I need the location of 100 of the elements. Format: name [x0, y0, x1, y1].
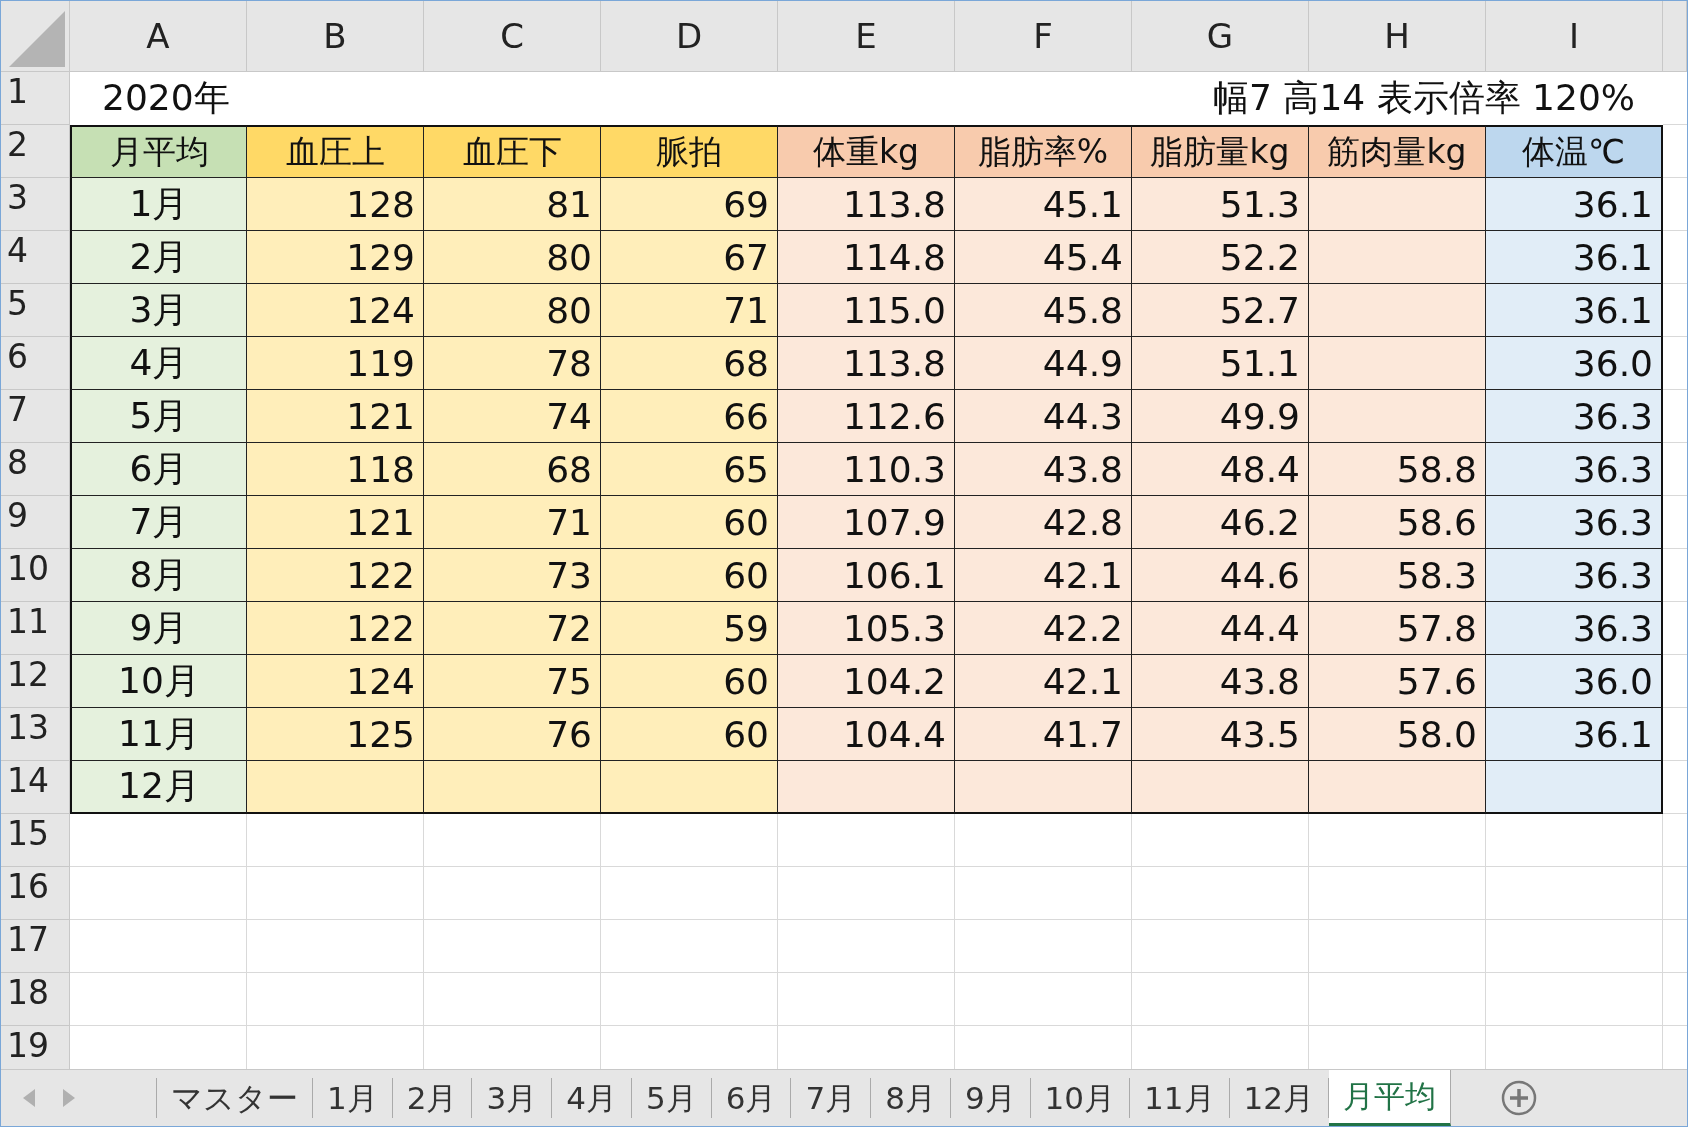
table-cell: 10月: [70, 655, 247, 708]
row-header[interactable]: 5: [1, 284, 70, 337]
column-header[interactable]: I: [1486, 1, 1663, 72]
table-cell: 104.4: [778, 708, 955, 761]
column-header[interactable]: F: [955, 1, 1132, 72]
table-cell: 9月: [70, 602, 247, 655]
table-cell: 36.3: [1486, 390, 1663, 443]
column-header[interactable]: D: [601, 1, 778, 72]
scroll-right-icon[interactable]: [63, 1089, 75, 1107]
table-cell: 7月: [70, 496, 247, 549]
sheet-tab[interactable]: 月平均: [1328, 1070, 1451, 1126]
table-cell: 43.8: [955, 443, 1132, 496]
table-cell: 44.6: [1132, 549, 1309, 602]
table-cell: 58.6: [1309, 496, 1486, 549]
sheet-tab[interactable]: 3月: [472, 1078, 553, 1118]
plus-circle-icon: [1500, 1080, 1537, 1116]
table-cell: 59: [601, 602, 778, 655]
table-cell: 71: [424, 496, 601, 549]
table-header-cell: 筋肉量kg: [1309, 125, 1486, 178]
table-cell: 57.6: [1309, 655, 1486, 708]
row-header[interactable]: 7: [1, 390, 70, 443]
table-cell: 128: [247, 178, 424, 231]
table-cell: 3月: [70, 284, 247, 337]
table-cell: 51.3: [1132, 178, 1309, 231]
row-header[interactable]: 14: [1, 761, 70, 814]
table-header-cell: 体温℃: [1486, 125, 1663, 178]
row-header[interactable]: 15: [1, 814, 70, 867]
row-header[interactable]: 3: [1, 178, 70, 231]
table-cell-text: 2020年: [102, 76, 230, 120]
table-cell: 12月: [70, 761, 247, 814]
row-header[interactable]: 17: [1, 920, 70, 973]
row-header[interactable]: 11: [1, 602, 70, 655]
table-header-cell: 血圧下: [424, 125, 601, 178]
table-cell: 107.9: [778, 496, 955, 549]
table-cell: 11月: [70, 708, 247, 761]
table-cell: 129: [247, 231, 424, 284]
table-cell: 113.8: [778, 178, 955, 231]
column-header[interactable]: E: [778, 1, 955, 72]
column-header[interactable]: A: [70, 1, 247, 72]
table-cell: 36.3: [1486, 496, 1663, 549]
table-cell: 60: [601, 549, 778, 602]
table-cell: 36.3: [1486, 443, 1663, 496]
table-cell: 41.7: [955, 708, 1132, 761]
row-header[interactable]: 6: [1, 337, 70, 390]
row-header[interactable]: 2: [1, 125, 70, 178]
sheet-tab[interactable]: 2月: [392, 1078, 473, 1118]
table-cell: 114.8: [778, 231, 955, 284]
table-cell: 122: [247, 602, 424, 655]
row-header[interactable]: 9: [1, 496, 70, 549]
table-cell: 68: [601, 337, 778, 390]
row-header[interactable]: 12: [1, 655, 70, 708]
table-cell: 58.8: [1309, 443, 1486, 496]
table-cell: 122: [247, 549, 424, 602]
sheet-tab[interactable]: 4月: [552, 1078, 632, 1118]
table-cell: 52.7: [1132, 284, 1309, 337]
row-header[interactable]: 13: [1, 708, 70, 761]
scroll-left-icon[interactable]: [23, 1089, 35, 1107]
sheet-tab[interactable]: 7月: [791, 1078, 872, 1118]
table-cell: 118: [247, 443, 424, 496]
table-cell: 2月: [70, 231, 247, 284]
column-header[interactable]: H: [1309, 1, 1486, 72]
sheet-tab[interactable]: 1月: [313, 1078, 393, 1118]
table-cell: 78: [424, 337, 601, 390]
row-header[interactable]: 16: [1, 867, 70, 920]
sheet-tab[interactable]: 10月: [1030, 1078, 1131, 1118]
table-cell: 75: [424, 655, 601, 708]
row-header[interactable]: 19: [1, 1026, 70, 1069]
sheet-tab[interactable]: 12月: [1229, 1078, 1329, 1118]
select-all-triangle-icon[interactable]: [9, 11, 65, 67]
row-header[interactable]: 1: [1, 72, 70, 125]
table-cell: 42.1: [955, 549, 1132, 602]
table-cell: 1月: [70, 178, 247, 231]
column-header[interactable]: G: [1132, 1, 1309, 72]
table-cell: 113.8: [778, 337, 955, 390]
table-cell: 68: [424, 443, 601, 496]
table-header-cell: 脂肪量kg: [1132, 125, 1309, 178]
row-header[interactable]: 10: [1, 549, 70, 602]
row-header[interactable]: 8: [1, 443, 70, 496]
table-cell: 81: [424, 178, 601, 231]
sheet-tab[interactable]: 6月: [711, 1078, 792, 1118]
table-header-cell: 脈拍: [601, 125, 778, 178]
column-header[interactable]: B: [247, 1, 424, 72]
table-cell: 5月: [70, 390, 247, 443]
table-cell: 60: [601, 655, 778, 708]
table-header-cell: 血圧上: [247, 125, 424, 178]
column-header[interactable]: C: [424, 1, 601, 72]
row-header[interactable]: 4: [1, 231, 70, 284]
sheet-tab[interactable]: マスター: [157, 1078, 313, 1118]
table-cell: 105.3: [778, 602, 955, 655]
sheet-tab[interactable]: 8月: [871, 1078, 951, 1118]
table-cell: 58.3: [1309, 549, 1486, 602]
table-header-cell: 体重kg: [778, 125, 955, 178]
sheet-tab[interactable]: 9月: [950, 1078, 1031, 1118]
table-cell: 36.1: [1486, 284, 1663, 337]
table-cell: 36.1: [1486, 231, 1663, 284]
table-cell: 36.0: [1486, 337, 1663, 390]
sheet-tab[interactable]: 5月: [631, 1078, 712, 1118]
sheet-tab[interactable]: 11月: [1130, 1078, 1230, 1118]
table-cell: 8月: [70, 549, 247, 602]
row-header[interactable]: 18: [1, 973, 70, 1026]
